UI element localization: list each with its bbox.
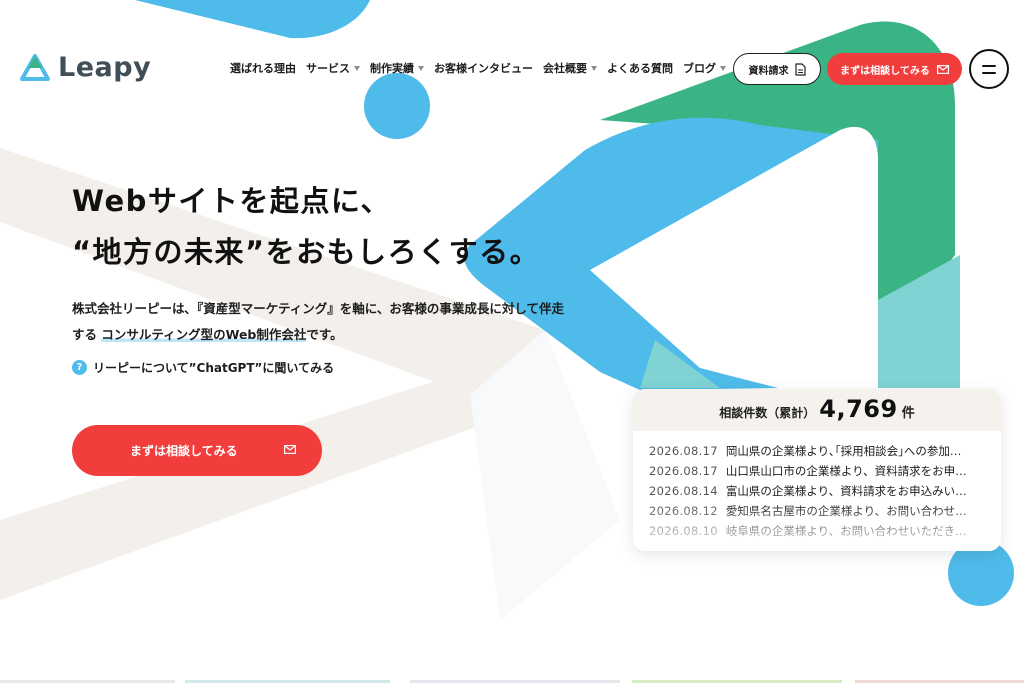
news-title: 山口県山口市の企業様より、資料請求をお申… — [725, 464, 967, 478]
nav-label: 選ばれる理由 — [230, 62, 296, 75]
caret-down-icon — [354, 65, 360, 71]
hero-title-line2: “地方の未来”をおもしろくする。 — [72, 235, 541, 269]
logo-text: Leapy — [58, 52, 152, 83]
news-date: 2026.08.17 — [649, 464, 718, 478]
news-item[interactable]: 2026.08.17 山口県山口市の企業様より、資料請求をお申… — [649, 461, 985, 481]
consult-hero-label: まずは相談してみる — [130, 444, 238, 458]
news-title: 岐阜県の企業様より、お問い合わせいただき… — [725, 524, 967, 538]
nav-label: よくある質問 — [607, 62, 673, 75]
consult-button-header[interactable]: まずは相談してみる — [827, 53, 962, 85]
news-date: 2026.08.14 — [649, 484, 718, 498]
nav-label: 制作実績 — [370, 62, 414, 75]
consultation-counter-card: 相談件数（累計） 4,769 件 2026.08.17 岡山県の企業様より､｢採用… — [633, 389, 1001, 551]
counter-count: 4,769 — [819, 395, 898, 423]
hamburger-icon — [982, 71, 996, 74]
nav-label: サービス — [306, 62, 350, 75]
hamburger-menu-button[interactable] — [969, 49, 1009, 89]
news-date: 2026.08.10 — [649, 524, 718, 538]
hero-title: Webサイトを起点に、 “地方の未来”をおもしろくする。 — [72, 176, 540, 278]
nav-item-reasons[interactable]: 選ばれる理由 — [230, 60, 296, 76]
counter-label: 相談件数（累計） — [719, 406, 816, 420]
news-list: 2026.08.17 岡山県の企業様より､｢採用相談会｣への参加… 2026.08… — [633, 431, 1001, 541]
nav-item-faq[interactable]: よくある質問 — [607, 60, 673, 76]
chatgpt-link-label: リーピーについて”ChatGPT”に聞いてみる — [93, 361, 335, 375]
chatgpt-link[interactable]: ? リーピーについて”ChatGPT”に聞いてみる — [72, 359, 334, 376]
leapy-logo-icon — [20, 53, 50, 81]
news-title: 岡山県の企業様より､｢採用相談会｣への参加… — [725, 444, 962, 458]
caret-down-icon — [720, 65, 726, 71]
nav-label: 会社概要 — [543, 62, 587, 75]
hero-title-line1: Webサイトを起点に、 — [72, 184, 392, 218]
nav-label: お客様インタビュー — [434, 62, 533, 75]
news-date: 2026.08.17 — [649, 444, 718, 458]
beige-band-lower — [0, 370, 495, 600]
caret-down-icon — [418, 65, 424, 71]
nav-item-services[interactable]: サービス — [306, 60, 360, 76]
top-blue-arc — [135, 0, 370, 39]
news-title: 富山県の企業様より、資料請求をお申込みい… — [725, 484, 967, 498]
counter-header: 相談件数（累計） 4,769 件 — [633, 389, 1001, 431]
nav-item-company[interactable]: 会社概要 — [543, 60, 597, 76]
request-document-button[interactable]: 資料請求 — [733, 53, 821, 85]
global-nav: 選ばれる理由 サービス 制作実績 お客様インタビュー 会社概要 よくある質問 ブ… — [230, 60, 726, 76]
consult-button-hero[interactable]: まずは相談してみる — [72, 425, 322, 476]
hero-description: 株式会社リーピーは､『資産型マーケティング』を軸に、お客様の事業成長に対して伴走… — [72, 296, 564, 348]
caret-down-icon — [591, 65, 597, 71]
news-date: 2026.08.12 — [649, 504, 718, 518]
request-document-label: 資料請求 — [748, 65, 789, 77]
nav-item-interview[interactable]: お客様インタビュー — [434, 60, 533, 76]
hero-desc-line1: 株式会社リーピーは､『資産型マーケティング』を軸に、お客様の事業成長に対して伴走 — [72, 301, 565, 316]
nav-label: ブログ — [683, 62, 716, 75]
news-title: 愛知県名古屋市の企業様より、お問い合わせ… — [725, 504, 967, 518]
hero-desc-line2-pre: する — [72, 327, 102, 342]
mail-icon — [284, 445, 296, 454]
news-item[interactable]: 2026.08.17 岡山県の企業様より､｢採用相談会｣への参加… — [649, 441, 985, 461]
consult-label: まずは相談してみる — [840, 65, 930, 77]
leapy-logo[interactable]: Leapy — [20, 52, 151, 83]
hero-desc-highlight: コンサルティング型のWeb制作会社 — [101, 327, 307, 342]
news-item[interactable]: 2026.08.10 岐阜県の企業様より、お問い合わせいただき… — [649, 521, 985, 541]
hamburger-icon — [982, 64, 996, 67]
circle-top — [364, 73, 430, 139]
hero-desc-line2-post: です。 — [306, 327, 343, 342]
news-item[interactable]: 2026.08.14 富山県の企業様より、資料請求をお申込みい… — [649, 481, 985, 501]
mail-icon — [936, 64, 949, 74]
document-icon — [794, 62, 806, 76]
nav-item-blog[interactable]: ブログ — [683, 60, 726, 76]
nav-item-works[interactable]: 制作実績 — [370, 60, 424, 76]
counter-unit: 件 — [901, 406, 915, 421]
news-item[interactable]: 2026.08.12 愛知県名古屋市の企業様より、お問い合わせ… — [649, 501, 985, 521]
question-icon: ? — [72, 360, 87, 375]
